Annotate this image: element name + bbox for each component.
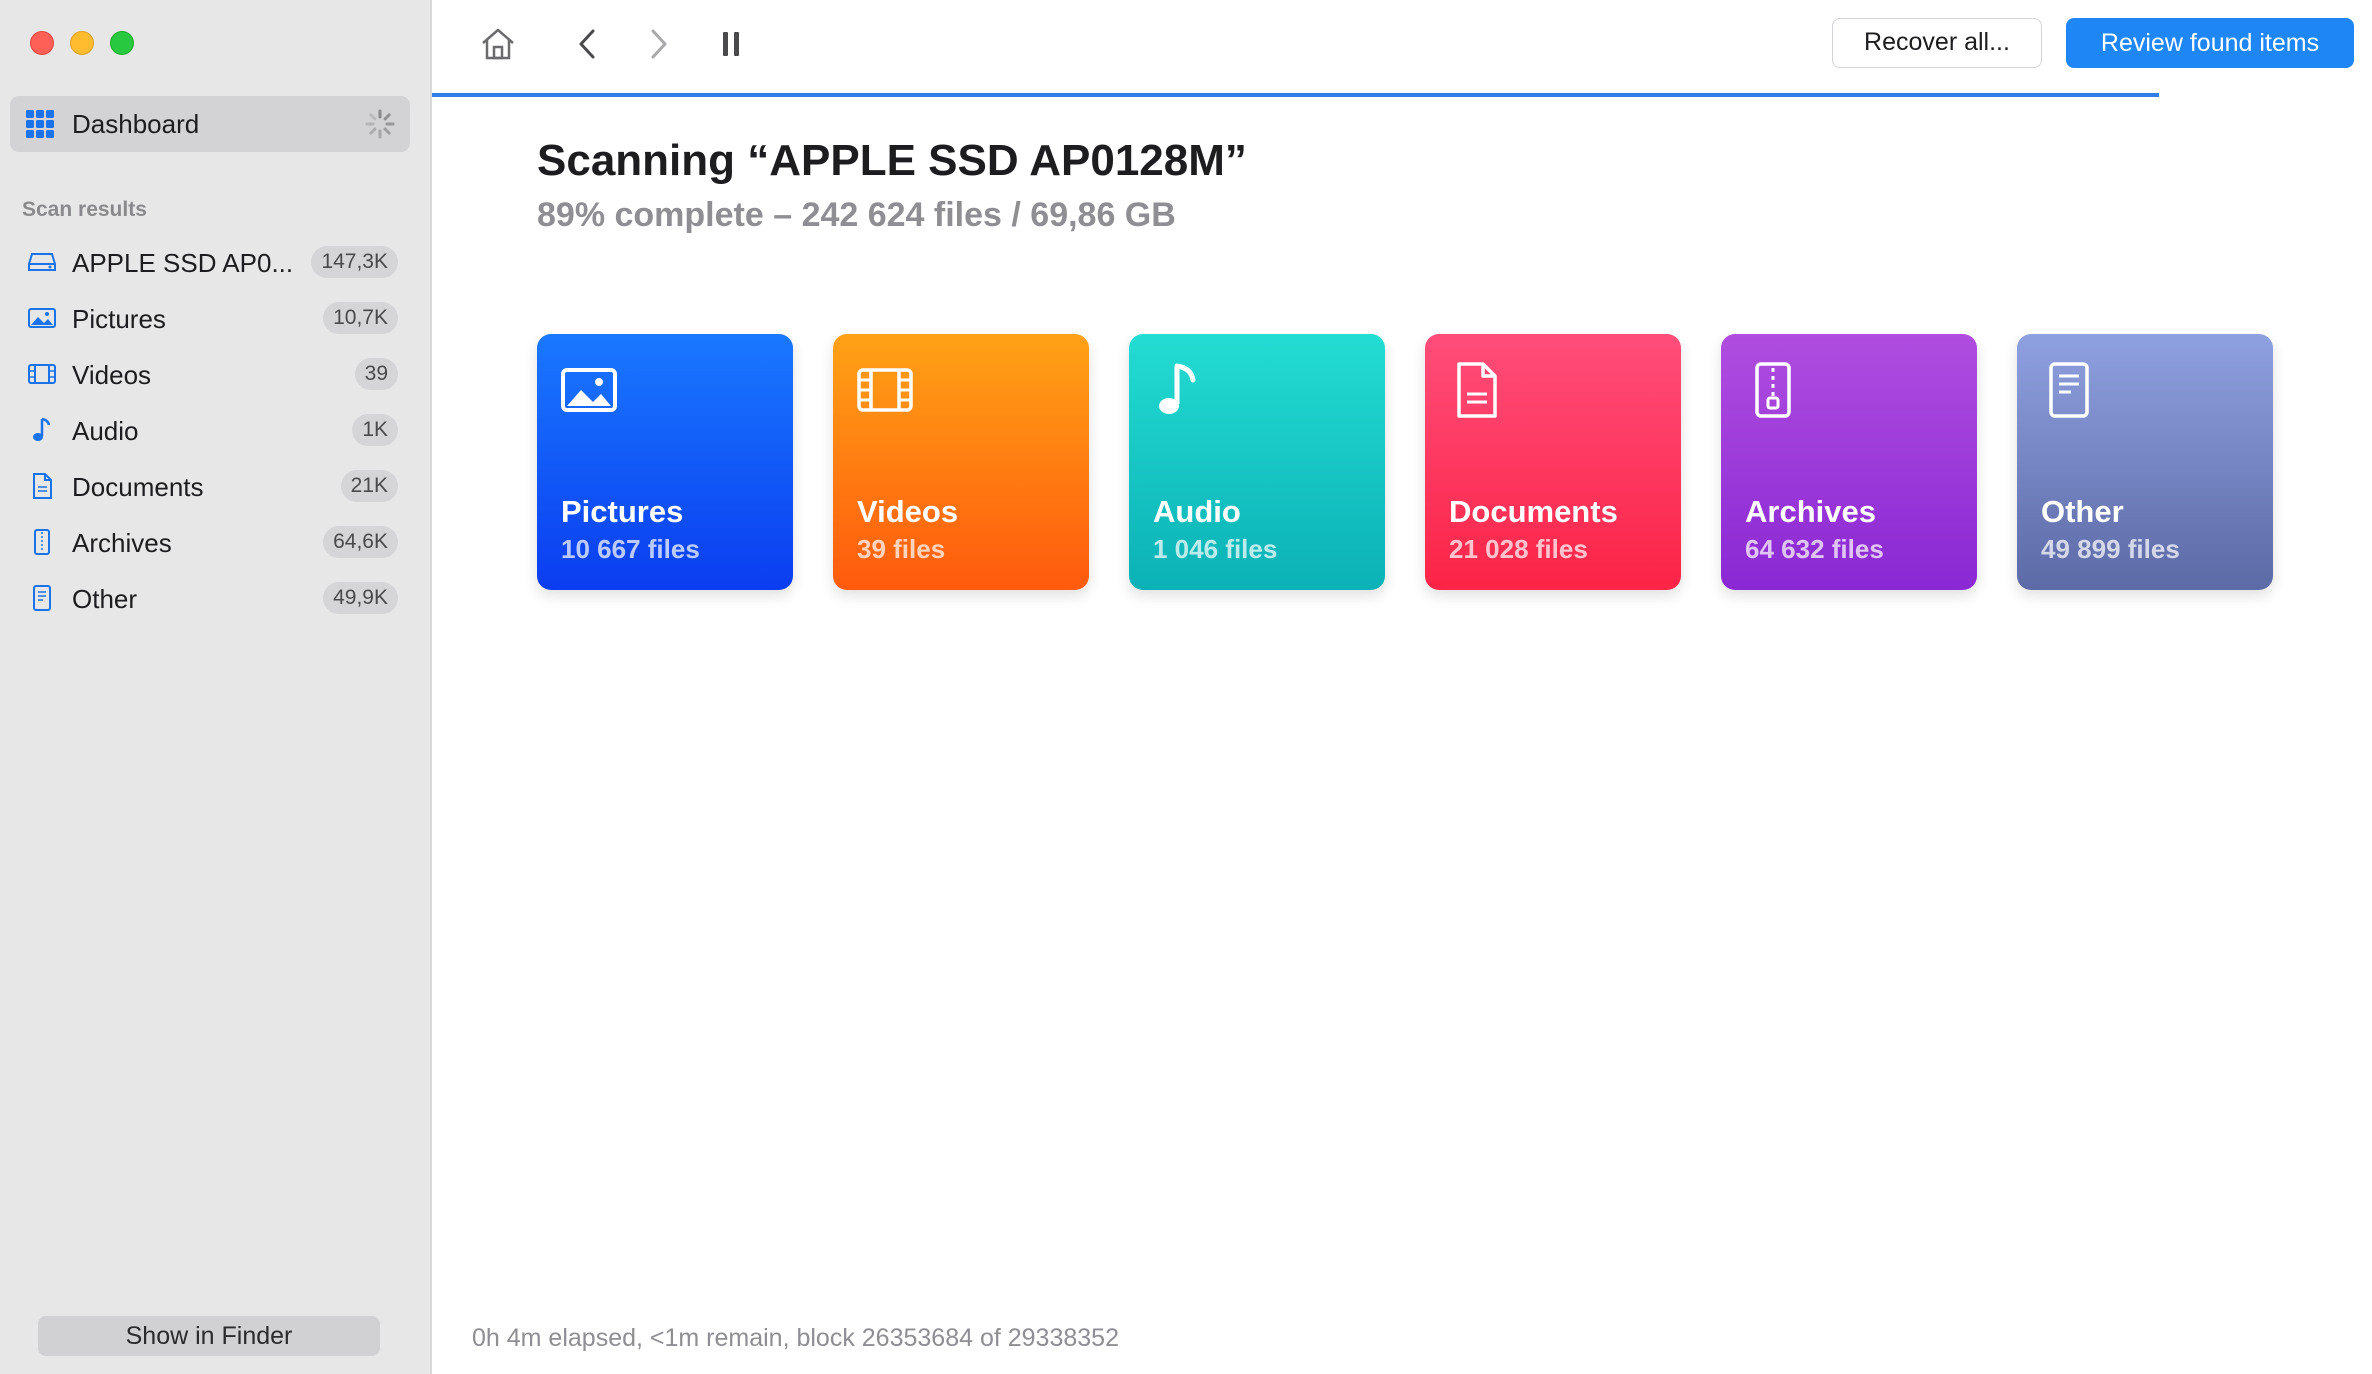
archive-icon (1755, 362, 1791, 418)
sidebar-item-label: Audio (72, 416, 139, 446)
category-cards: Pictures 10 667 files Videos 39 files Au… (537, 334, 2273, 590)
card-count: 49 899 files (2041, 534, 2180, 564)
scan-progress-bar (432, 93, 2372, 97)
card-label: Documents (1449, 494, 1618, 529)
section-title-scan-results: Scan results (22, 198, 147, 221)
film-icon (26, 359, 58, 389)
scan-results-list: APPLE SSD AP0... 147,3K Pictures 10,7K V… (0, 234, 432, 626)
sidebar-item-label: Pictures (72, 304, 166, 334)
back-icon[interactable] (572, 22, 602, 66)
sidebar-item-videos[interactable]: Videos 39 (0, 346, 432, 402)
document-icon (26, 471, 58, 501)
card-count: 64 632 files (1745, 534, 1884, 564)
minimize-window-button[interactable] (70, 31, 94, 55)
count-badge: 1K (352, 414, 398, 446)
spinner-icon (365, 109, 395, 139)
sidebar-item-label: Videos (72, 360, 152, 390)
scan-status-text: 0h 4m elapsed, <1m remain, block 2635368… (472, 1324, 1119, 1352)
card-other[interactable]: Other 49 899 files (2017, 334, 2273, 590)
card-label: Videos (857, 494, 959, 529)
picture-icon (26, 303, 58, 333)
sidebar-item-label: Dashboard (72, 109, 200, 139)
sidebar-item-drive[interactable]: APPLE SSD AP0... 147,3K (0, 234, 432, 290)
card-pictures[interactable]: Pictures 10 667 files (537, 334, 793, 590)
count-badge: 64,6K (323, 526, 398, 558)
show-in-finder-button[interactable]: Show in Finder (38, 1316, 380, 1356)
drive-icon (26, 247, 58, 277)
grid-icon (26, 110, 54, 138)
review-found-items-button[interactable]: Review found items (2066, 18, 2354, 68)
count-badge: 21K (340, 470, 398, 502)
scan-summary: 89% complete – 242 624 files / 69,86 GB (537, 196, 1176, 234)
forward-icon[interactable] (644, 22, 674, 66)
card-count: 10 667 files (561, 534, 700, 564)
card-label: Archives (1745, 494, 1876, 529)
sidebar: Dashboard Scan results APPLE SSD AP0... … (0, 0, 432, 1374)
card-label: Other (2041, 494, 2124, 529)
card-label: Pictures (561, 494, 684, 529)
music-note-icon (1159, 363, 1196, 414)
film-icon (857, 368, 913, 412)
card-audio[interactable]: Audio 1 046 files (1129, 334, 1385, 590)
sidebar-item-documents[interactable]: Documents 21K (0, 458, 432, 514)
sidebar-item-archives[interactable]: Archives 64,6K (0, 514, 432, 570)
sidebar-item-other[interactable]: Other 49,9K (0, 570, 432, 626)
count-badge: 147,3K (311, 246, 398, 278)
home-icon[interactable] (476, 22, 520, 66)
count-badge: 10,7K (323, 302, 398, 334)
sidebar-item-pictures[interactable]: Pictures 10,7K (0, 290, 432, 346)
sidebar-item-label: Archives (72, 528, 172, 558)
card-label: Audio (1153, 494, 1241, 529)
pause-icon[interactable] (716, 22, 746, 66)
count-badge: 39 (354, 358, 398, 390)
sidebar-item-audio[interactable]: Audio 1K (0, 402, 432, 458)
sidebar-item-label: Other (72, 584, 138, 614)
page-title: Scanning “APPLE SSD AP0128M” (537, 136, 1247, 185)
sidebar-item-dashboard[interactable]: Dashboard (10, 96, 410, 152)
count-badge: 49,9K (323, 582, 398, 614)
card-count: 21 028 files (1449, 534, 1588, 564)
card-count: 1 046 files (1153, 534, 1278, 564)
scan-progress-fill (432, 93, 2159, 97)
card-archives[interactable]: Archives 64 632 files (1721, 334, 1977, 590)
close-window-button[interactable] (30, 31, 54, 55)
picture-icon (561, 368, 617, 412)
zoom-window-button[interactable] (110, 31, 134, 55)
archive-icon (26, 527, 58, 557)
recover-all-button[interactable]: Recover all... (1832, 18, 2042, 68)
other-file-icon (26, 583, 58, 613)
document-icon (1457, 362, 1497, 418)
other-file-icon (2049, 362, 2089, 418)
card-videos[interactable]: Videos 39 files (833, 334, 1089, 590)
sidebar-item-label: APPLE SSD AP0... (72, 248, 294, 278)
sidebar-item-label: Documents (72, 472, 204, 502)
card-documents[interactable]: Documents 21 028 files (1425, 334, 1681, 590)
music-note-icon (26, 415, 58, 445)
card-count: 39 files (857, 534, 946, 564)
